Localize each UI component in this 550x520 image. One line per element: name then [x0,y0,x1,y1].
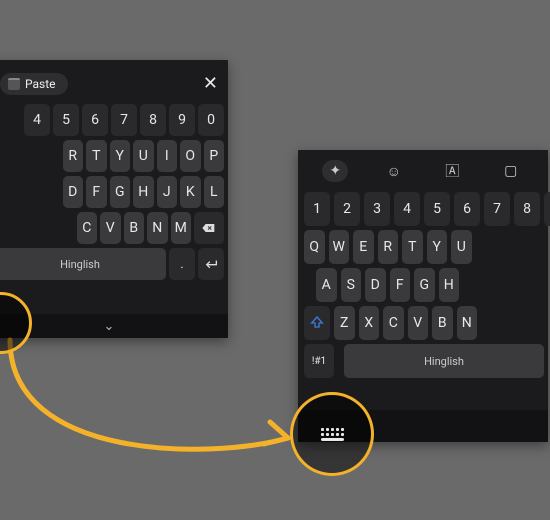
key-m[interactable]: M [171,212,192,244]
key-h[interactable]: H [439,268,460,302]
emoji-icon[interactable]: ☺ [381,160,407,182]
key-s[interactable]: S [341,268,362,302]
key-n[interactable]: N [147,212,168,244]
key-1[interactable]: 1 [304,192,330,226]
paste-label: Paste [25,77,56,91]
key-a[interactable]: A [316,268,337,302]
key-row-1: R T Y U I O P [0,138,228,174]
key-r[interactable]: R [63,140,84,172]
key-t[interactable]: T [86,140,107,172]
key-h[interactable]: H [133,176,154,208]
key-3[interactable]: 3 [364,192,390,226]
sparkle-icon[interactable]: ✦ [322,160,348,182]
key-q[interactable]: Q [304,230,325,264]
chevron-down-icon[interactable]: ⌄ [104,319,115,334]
key-v[interactable]: V [100,212,121,244]
backspace-key[interactable] [194,212,224,244]
key-g[interactable]: G [110,176,131,208]
key-f[interactable]: F [86,176,107,208]
key-d[interactable]: D [63,176,84,208]
highlight-circle-right [290,392,374,476]
key-5[interactable]: 5 [424,192,450,226]
key-i[interactable]: I [157,140,178,172]
key-b[interactable]: B [432,306,453,340]
key-p[interactable]: P [204,140,225,172]
symbols-key[interactable]: !#1 [304,344,334,378]
key-2[interactable]: 2 [334,192,360,226]
paste-chip[interactable]: Paste [0,73,68,95]
key-row-2: D F G H J K L [0,174,228,210]
suggestion-bar: Paste ✕ [0,64,228,102]
key-7[interactable]: 7 [484,192,510,226]
clipboard-icon[interactable]: ▢ [498,160,524,182]
key-6[interactable]: 6 [82,104,108,136]
key-c[interactable]: C [383,306,404,340]
key-8[interactable]: 8 [140,104,166,136]
keyboard-left: Paste ✕ 4 5 6 7 8 9 0 R T Y U I O P D F … [0,60,228,338]
key-x[interactable]: X [359,306,380,340]
key-y[interactable]: Y [110,140,131,172]
key-l[interactable]: L [204,176,225,208]
toolbar: ✦ ☺ 🄰 ▢ [298,152,548,190]
key-j[interactable]: J [157,176,178,208]
key-d[interactable]: D [365,268,386,302]
key-c[interactable]: C [77,212,98,244]
spacebar[interactable]: Hinglish [0,248,166,280]
key-9[interactable]: 9 [544,192,550,226]
key-row-3: Z X C V B N [298,304,548,342]
key-v[interactable]: V [408,306,429,340]
shift-key[interactable] [304,306,330,340]
key-e[interactable]: E [353,230,374,264]
close-icon[interactable]: ✕ [203,75,218,93]
key-7[interactable]: 7 [111,104,137,136]
key-t[interactable]: T [402,230,423,264]
key-4[interactable]: 4 [394,192,420,226]
key-u[interactable]: U [133,140,154,172]
key-5[interactable]: 5 [53,104,79,136]
key-n[interactable]: N [457,306,478,340]
key-row-2: A S D F G H [298,266,548,304]
key-g[interactable]: G [414,268,435,302]
key-row-space: !#1 Hinglish [298,342,548,380]
enter-key[interactable] [198,248,224,280]
key-w[interactable]: W [329,230,350,264]
key-o[interactable]: O [180,140,201,172]
key-z[interactable]: Z [334,306,355,340]
key-6[interactable]: 6 [454,192,480,226]
key-row-space: Hinglish . [0,246,228,282]
key-k[interactable]: K [180,176,201,208]
key-row-1: Q W E R T Y U [298,228,548,266]
key-r[interactable]: R [378,230,399,264]
key-f[interactable]: F [390,268,411,302]
key-row-numbers: 1 2 3 4 5 6 7 8 9 0 [298,190,548,228]
key-8[interactable]: 8 [514,192,540,226]
key-4[interactable]: 4 [24,104,50,136]
nav-bar: ⌄ [0,314,228,338]
translate-icon[interactable]: 🄰 [439,160,465,182]
key-y[interactable]: Y [427,230,448,264]
key-row-numbers: 4 5 6 7 8 9 0 [0,102,228,138]
key-b[interactable]: B [124,212,145,244]
key-9[interactable]: 9 [169,104,195,136]
clipboard-icon [8,78,20,90]
key-0[interactable]: 0 [198,104,224,136]
key-u[interactable]: U [451,230,472,264]
keyboard-switch-icon[interactable] [321,428,344,441]
key-row-3: C V B N M [0,210,228,246]
key-period[interactable]: . [169,248,195,280]
spacebar[interactable]: Hinglish [344,344,544,378]
